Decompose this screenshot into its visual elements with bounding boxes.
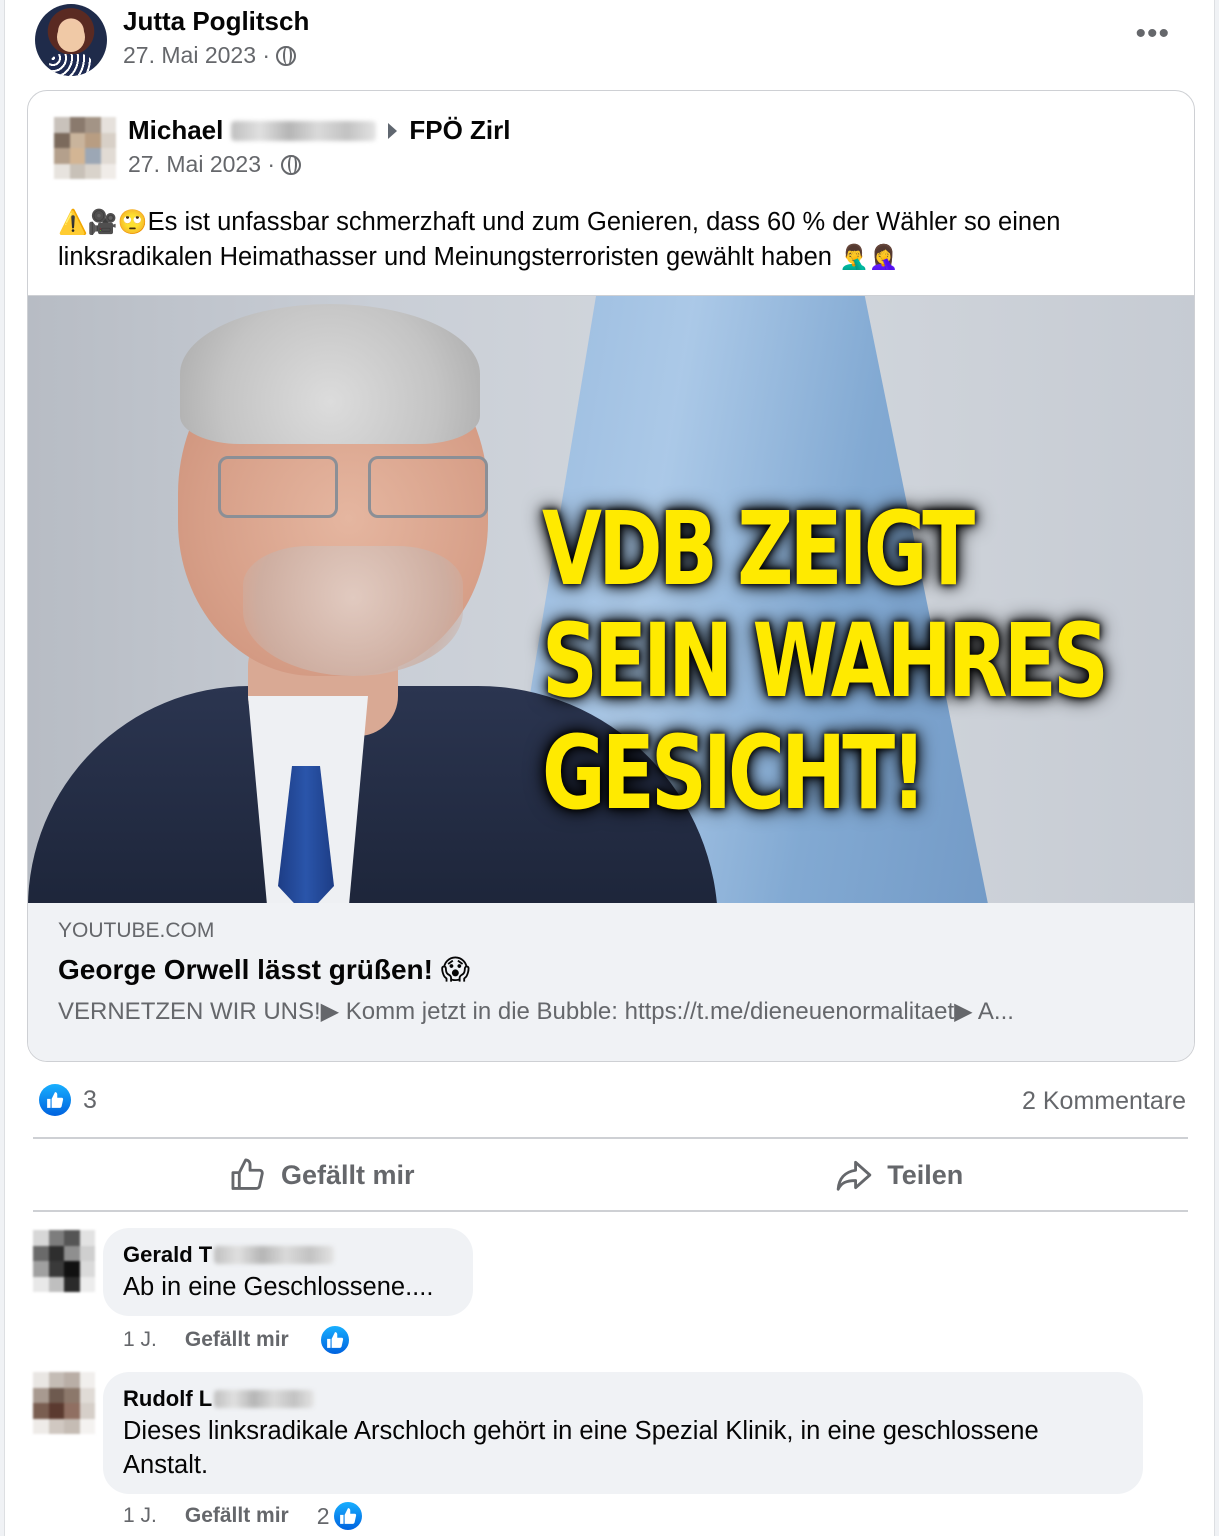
thumbnail-headline: VDB ZEIGT SEIN WAHRES GESICHT! [542,490,1109,833]
like-reaction-icon [39,1084,71,1116]
video-thumbnail[interactable]: VDB ZEIGT SEIN WAHRES GESICHT! i [28,295,1194,903]
post-meta: 27. Mai 2023 · [123,42,297,69]
globe-icon [276,45,297,66]
facepalm-emoji: 🤦‍♂️🤦‍♀️ [839,244,899,271]
comment-reactions[interactable]: 2 [317,1500,364,1532]
action-bar: Gefällt mir Teilen [33,1140,1188,1210]
comment-like-button[interactable]: Gefällt mir [185,1328,289,1352]
comment-author[interactable]: Gerald T [123,1240,212,1270]
share-button[interactable]: Teilen [611,1140,1189,1210]
shared-author-line: Michael FPÖ Zirl [128,115,511,146]
post-date[interactable]: 27. Mai 2023 · [123,42,270,69]
comment-author[interactable]: Rudolf L [123,1384,212,1414]
post-card: Jutta Poglitsch 27. Mai 2023 · ••• Micha… [4,0,1215,1536]
reaction-summary[interactable]: 3 [39,1084,97,1116]
comment-like-button[interactable]: Gefällt mir [185,1504,289,1528]
warning-camera-eyeroll-emoji: ⚠️🎥🙄 [58,209,148,236]
avatar-scarf [49,54,93,76]
comment-age[interactable]: 1 J. [123,1328,157,1352]
headline-line-1: VDB ZEIGT [542,490,975,609]
shared-date[interactable]: 27. Mai 2023 · [128,151,275,178]
commenter-avatar[interactable] [33,1230,95,1292]
like-button[interactable]: Gefällt mir [33,1140,611,1210]
post-author-name[interactable]: Jutta Poglitsch [123,6,309,37]
blurred-surname [231,120,377,141]
arrow-right-icon [388,122,398,139]
like-button-label: Gefällt mir [280,1159,415,1190]
comment-age[interactable]: 1 J. [123,1504,157,1528]
link-title[interactable]: George Orwell lässt grüßen! 😱 [58,953,470,986]
blurred-surname [214,1246,335,1264]
headline-line-2: SEIN WAHRES [542,602,1109,721]
comment-footer: 1 J. Gefällt mir 2 [123,1500,364,1532]
headline-line-3: GESICHT! [542,714,927,833]
more-options-button[interactable]: ••• [1135,19,1170,49]
link-description: VERNETZEN WIR UNS!▶ Komm jetzt in die Bu… [58,998,1014,1025]
like-reaction-icon [318,1324,351,1356]
shared-author-avatar[interactable] [54,117,116,179]
comment-reactions[interactable] [317,1324,351,1356]
link-domain: YOUTUBE.COM [58,919,215,942]
comment-bubble: Rudolf L Dieses linksradikale Arschloch … [103,1372,1143,1494]
avatar-face [57,22,85,52]
thumbnail-hair [180,304,480,444]
divider [33,1210,1188,1212]
comment-author-line: Rudolf L [123,1384,1121,1414]
share-button-label: Teilen [887,1159,964,1190]
globe-icon [281,154,302,175]
comment-text: Ab in eine Geschlossene.... [123,1273,434,1301]
share-arrow-icon [836,1160,872,1191]
comment-reaction-count: 2 [316,1502,330,1529]
thumbnail-beard [243,546,463,676]
comment-footer: 1 J. Gefällt mir [123,1324,351,1356]
comment-text: Dieses linksradikale Arschloch gehört in… [123,1417,1039,1479]
shared-post[interactable]: Michael FPÖ Zirl 27. Mai 2023 · ⚠️🎥🙄Es i… [27,90,1195,1062]
shared-post-text: ⚠️🎥🙄Es ist unfassbar schmerzhaft und zum… [58,205,1168,275]
like-count: 3 [83,1085,97,1114]
shared-group-name[interactable]: FPÖ Zirl [409,115,510,146]
shared-meta: 27. Mai 2023 · [128,151,302,178]
comment-author-line: Gerald T [123,1240,451,1270]
author-avatar[interactable] [35,4,107,76]
commenter-avatar[interactable] [33,1372,95,1434]
blurred-surname [214,1390,315,1408]
thumbnail-glasses [218,456,498,526]
shared-post-body: Es ist unfassbar schmerzhaft und zum Gen… [58,208,1061,271]
shared-author-name[interactable]: Michael [128,115,223,146]
comment-count-link[interactable]: 2 Kommentare [1022,1087,1186,1116]
like-reaction-icon [331,1500,364,1532]
divider [33,1137,1188,1139]
link-preview[interactable]: YOUTUBE.COM George Orwell lässt grüßen! … [28,903,1194,1061]
thumbs-up-icon [231,1158,264,1190]
comment-bubble: Gerald T Ab in eine Geschlossene.... [103,1228,473,1316]
